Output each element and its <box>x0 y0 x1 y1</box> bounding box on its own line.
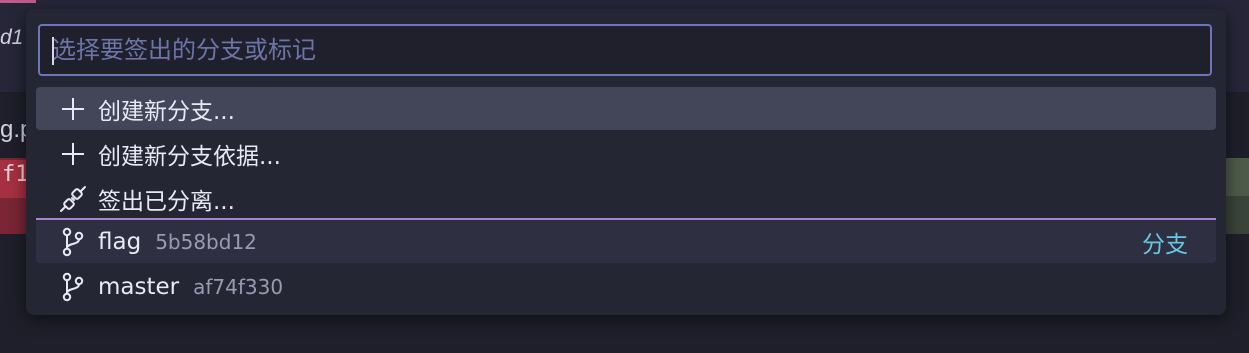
git-branch-icon <box>58 227 88 257</box>
create-branch-from-item[interactable]: 创建新分支依据... <box>36 132 1216 175</box>
commit-hash: 5b58bd12 <box>155 229 257 254</box>
branch-item-flag[interactable]: flag 5b58bd12 分支 <box>36 218 1216 263</box>
debug-disconnect-icon <box>58 184 88 214</box>
plus-icon <box>58 94 88 124</box>
text-cursor <box>52 37 54 65</box>
git-branch-icon <box>58 272 88 302</box>
branch-item-master[interactable]: master af74f330 <box>36 265 1216 308</box>
plus-icon <box>58 139 88 169</box>
checkout-detached-item[interactable]: 签出已分离... <box>36 177 1216 220</box>
item-label: 创建新分支... <box>98 98 235 125</box>
item-label: 签出已分离... <box>98 188 235 215</box>
active-tab-indicator <box>0 0 36 3</box>
create-branch-item[interactable]: 创建新分支... <box>36 87 1216 130</box>
item-label: 创建新分支依据... <box>98 143 281 170</box>
branch-quick-pick: 创建新分支... 创建新分支依据... <box>26 9 1226 315</box>
branch-name: master <box>98 273 180 300</box>
branch-name: flag <box>98 228 142 255</box>
commit-hash: af74f330 <box>193 274 284 299</box>
branch-search-input[interactable] <box>38 24 1212 76</box>
item-kind-label: 分支 <box>1142 231 1188 258</box>
